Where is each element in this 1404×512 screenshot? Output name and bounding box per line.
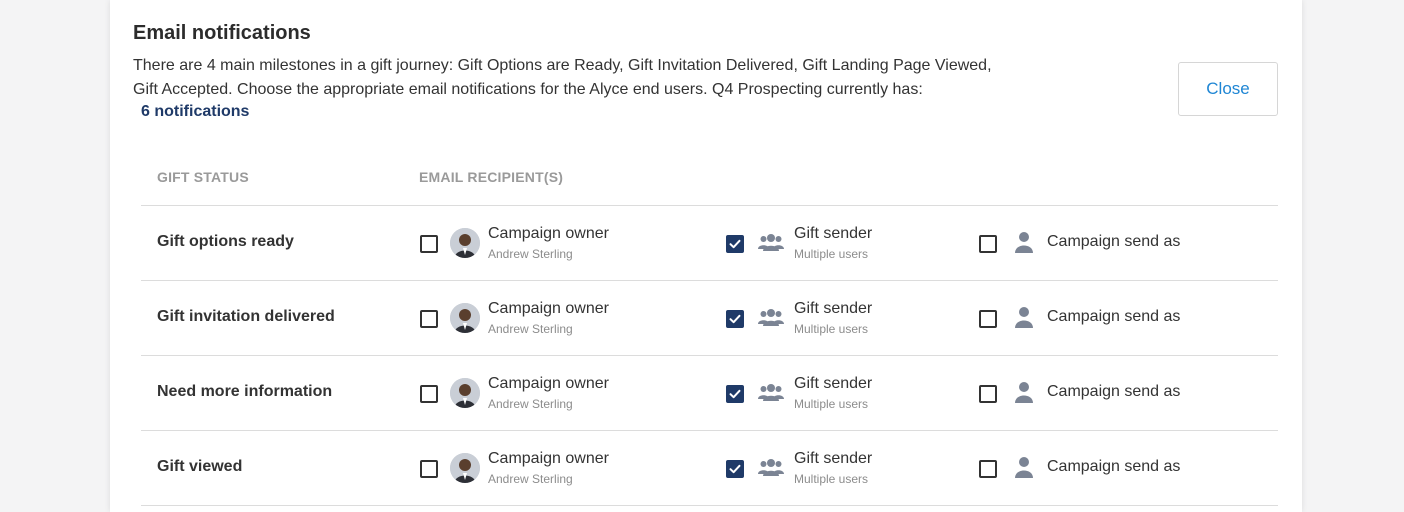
- users-group-icon: [758, 458, 784, 483]
- campaign-owner-checkbox[interactable]: [420, 385, 438, 403]
- table-row: Need more information Campaign owner And…: [110, 356, 1302, 431]
- campaign-owner-checkbox[interactable]: [420, 235, 438, 253]
- campaign-owner-name: Andrew Sterling: [488, 397, 573, 411]
- avatar: [450, 378, 480, 408]
- campaign-owner-label: Campaign owner: [488, 375, 609, 392]
- gift-status-label: Gift invitation delivered: [157, 308, 335, 325]
- users-group-icon: [758, 308, 784, 333]
- gift-sender-sub: Multiple users: [794, 397, 869, 411]
- gift-sender-checkbox[interactable]: [726, 310, 744, 328]
- campaign-owner-label: Campaign owner: [488, 300, 609, 317]
- user-icon: [1014, 230, 1034, 259]
- campaign-send-as-checkbox[interactable]: [979, 235, 997, 253]
- user-icon: [1014, 305, 1034, 334]
- page-title: Email notifications: [133, 22, 311, 44]
- gift-sender-label: Gift sender: [794, 375, 873, 392]
- gift-sender-label: Gift sender: [794, 225, 873, 242]
- gift-status-label: Gift options ready: [157, 233, 294, 250]
- gift-status-label: Gift viewed: [157, 458, 243, 475]
- avatar: [450, 228, 480, 258]
- campaign-send-as-checkbox[interactable]: [979, 310, 997, 328]
- gift-sender-checkbox[interactable]: [726, 460, 744, 478]
- table-row: Gift options ready Campaign owner Andrew…: [110, 206, 1302, 281]
- campaign-owner-name: Andrew Sterling: [488, 472, 573, 486]
- gift-sender-sub: Multiple users: [794, 247, 869, 261]
- column-header-email-recipients: EMAIL RECIPIENT(S): [419, 169, 564, 185]
- campaign-send-as-label: Campaign send as: [1047, 233, 1181, 250]
- campaign-owner-checkbox[interactable]: [420, 310, 438, 328]
- avatar: [450, 303, 480, 333]
- campaign-owner-name: Andrew Sterling: [488, 247, 573, 261]
- gift-sender-sub: Multiple users: [794, 322, 869, 336]
- campaign-owner-label: Campaign owner: [488, 225, 609, 242]
- campaign-owner-name: Andrew Sterling: [488, 322, 573, 336]
- users-group-icon: [758, 383, 784, 408]
- campaign-send-as-label: Campaign send as: [1047, 458, 1181, 475]
- campaign-send-as-label: Campaign send as: [1047, 308, 1181, 325]
- email-notifications-panel: Email notifications There are 4 main mil…: [110, 0, 1302, 512]
- avatar: [450, 453, 480, 483]
- user-icon: [1014, 380, 1034, 409]
- gift-status-label: Need more information: [157, 383, 333, 400]
- campaign-send-as-checkbox[interactable]: [979, 385, 997, 403]
- column-header-gift-status: GIFT STATUS: [157, 169, 249, 185]
- campaign-owner-checkbox[interactable]: [420, 460, 438, 478]
- gift-sender-checkbox[interactable]: [726, 235, 744, 253]
- table-row: Gift invitation delivered Campaign owner…: [110, 281, 1302, 356]
- close-button[interactable]: Close: [1178, 62, 1278, 116]
- campaign-send-as-label: Campaign send as: [1047, 383, 1181, 400]
- users-group-icon: [758, 233, 784, 258]
- gift-sender-label: Gift sender: [794, 300, 873, 317]
- notification-count[interactable]: 6 notifications: [141, 103, 249, 121]
- description-text: There are 4 main milestones in a gift jo…: [133, 57, 992, 98]
- campaign-send-as-checkbox[interactable]: [979, 460, 997, 478]
- gift-sender-label: Gift sender: [794, 450, 873, 467]
- gift-sender-checkbox[interactable]: [726, 385, 744, 403]
- campaign-owner-label: Campaign owner: [488, 450, 609, 467]
- table-row: Gift viewed Campaign owner Andrew Sterli…: [110, 431, 1302, 506]
- divider: [141, 505, 1278, 506]
- gift-sender-sub: Multiple users: [794, 472, 869, 486]
- user-icon: [1014, 455, 1034, 484]
